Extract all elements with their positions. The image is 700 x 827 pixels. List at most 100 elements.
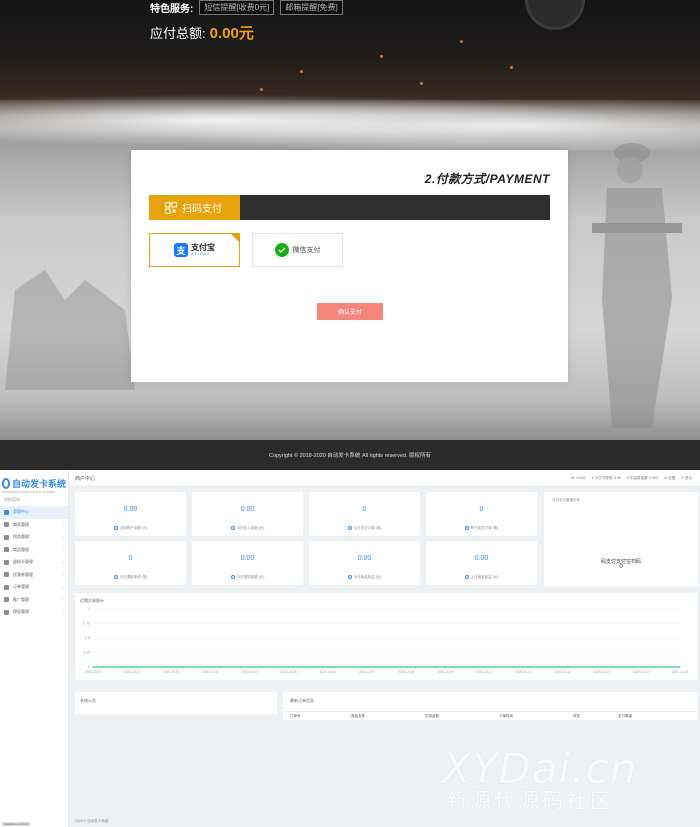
ember-decoration xyxy=(420,82,423,85)
sidebar-item-label: 管理中心 xyxy=(13,509,29,515)
y-tick-label: 0.5 xyxy=(85,636,90,640)
data-point xyxy=(131,666,133,668)
data-point xyxy=(327,666,329,668)
tab-scan-pay[interactable]: 扫码支付 xyxy=(149,195,240,220)
stat-label: 今日成交订单 (笔) xyxy=(309,526,420,531)
chevron-right-icon: › xyxy=(62,597,64,603)
latest-orders-card: 最新订单信息 订单号 商品名称 交易金额 下单时间 状态 支付渠道 xyxy=(283,692,697,720)
breadcrumb: 商户中心 xyxy=(75,475,96,482)
merchant-id: ID: 10001 xyxy=(570,476,586,480)
commission-icon xyxy=(347,575,352,580)
sidebar-item-promotion[interactable]: 推广管理 › xyxy=(0,594,68,607)
data-point xyxy=(92,666,94,668)
x-tick-label: 2020-10-05 xyxy=(281,670,298,674)
x-tick-label: 2020-10-03 xyxy=(202,670,219,674)
service-options-row: 特色服务: 短信提醒[收费0元] 邮箱提醒[免费] xyxy=(150,0,343,15)
logo-text: 自动发卡系统 xyxy=(11,479,66,489)
wechat-pay-option[interactable]: 微信支付 xyxy=(252,233,343,267)
sidebar-item-withdrawal[interactable]: 提现管理 › xyxy=(0,606,68,619)
wallet-icon xyxy=(113,526,118,531)
sidebar-item-label: 订单管理 xyxy=(13,584,29,590)
app-logo[interactable]: 自动发卡系统 xyxy=(0,470,68,492)
settings-link[interactable]: ⚙ 设置 xyxy=(664,476,675,481)
stat-label: 当前账户余额 (元) xyxy=(75,526,186,531)
x-tick-label: 2020-10-12 xyxy=(554,670,571,674)
hero-banner xyxy=(0,0,700,100)
data-point xyxy=(444,666,446,668)
list-icon xyxy=(4,584,9,590)
withdrawable-today: ¥ 今日可提现: 0.00 xyxy=(591,475,621,480)
data-point xyxy=(562,666,564,668)
sidebar-item-merchant[interactable]: 商家管理 › xyxy=(0,519,68,532)
checkout-section: 特色服务: 短信提醒[收费0元] 邮箱提醒[免费] 应付总额: 0.00元 2.… xyxy=(0,0,700,440)
qr-code-icon xyxy=(165,201,177,214)
alipay-option[interactable]: 支 支付宝 ALIPAY xyxy=(149,233,240,267)
data-point xyxy=(483,666,485,668)
home-icon xyxy=(4,509,9,515)
sidebar-item-virtual-cards[interactable]: 虚拟卡管理 › xyxy=(0,556,68,569)
sidebar-item-dashboard[interactable]: 管理中心 xyxy=(0,506,68,519)
site-footer: Copyright © 2018-2020 自动发卡系统 All rights … xyxy=(0,440,700,470)
stat-value: 0 xyxy=(362,506,367,513)
card-icon xyxy=(4,559,9,565)
sidebar-item-finance[interactable]: 财务管理 › xyxy=(0,531,68,544)
income-icon xyxy=(230,526,235,531)
column-header: 交易金额 xyxy=(425,714,439,718)
account-info: ID: 10001 ¥ 今日可提现: 0.00 ¥ 未结算金额: 0.000 ⚙… xyxy=(571,476,692,481)
logout-link[interactable]: ⏻ 退出 xyxy=(681,476,692,481)
column-header: 支付渠道 xyxy=(618,714,632,718)
total-label: 应付总额: xyxy=(150,26,206,41)
stat-label: 今日佣金收益 (元) xyxy=(309,575,420,580)
data-point xyxy=(640,666,642,668)
x-tick-label: 2020-10-13 xyxy=(594,670,611,674)
soldier-silhouette xyxy=(592,143,682,428)
sidebar-item-label: 财务管理 xyxy=(13,534,29,540)
x-tick-label: 2020-10-06 xyxy=(320,670,337,674)
withdraw-icon xyxy=(230,575,235,580)
stat-card: 0 今日成交订单 (笔) xyxy=(309,492,420,536)
stat-label: 今日收入金额 (元) xyxy=(192,526,303,531)
sidebar-item-label: 推广管理 xyxy=(13,596,29,602)
chevron-right-icon: › xyxy=(62,522,64,528)
sidebar-item-label: 优惠券管理 xyxy=(13,571,33,577)
total-value: 0.00元 xyxy=(209,25,254,42)
sidebar-item-label: 商家管理 xyxy=(13,521,29,527)
chevron-right-icon: › xyxy=(62,584,64,590)
stat-card: 0.00 今日佣金收益 (元) xyxy=(309,541,420,585)
merchant-dashboard: 自动发卡系统 AUTOMATIC CARD ISSUING SYSTEM 导航菜… xyxy=(0,470,700,827)
x-tick-label: 2020-10-11 xyxy=(515,670,531,674)
service-label: 特色服务: xyxy=(150,3,194,15)
payment-method-card: 2.付款方式/PAYMENT 扫码支付 支 支付宝 ALIPAY 微信支付 确认… xyxy=(131,150,568,382)
commission-icon xyxy=(464,575,469,580)
stat-card: 0.00 上月佣金收益 (元) xyxy=(426,541,537,585)
chevron-right-icon: › xyxy=(62,547,64,553)
alipay-icon: 支 xyxy=(174,243,188,257)
sidebar-item-products[interactable]: 商品管理 › xyxy=(0,544,68,557)
chevron-right-icon: › xyxy=(62,609,64,615)
stat-card: 0.00 今日收入金额 (元) xyxy=(192,492,303,536)
stat-label: 今日提现金额 (元) xyxy=(192,575,303,580)
chevron-right-icon: › xyxy=(62,534,64,540)
confirm-payment-button[interactable]: 确认支付 xyxy=(317,303,383,320)
finance-icon xyxy=(4,534,9,540)
dashboard-footer: 2020 © 自动发卡系统. xyxy=(75,819,110,823)
stat-value: 0.00 xyxy=(357,555,372,562)
sidebar-item-orders[interactable]: 订单管理 › xyxy=(0,581,68,594)
x-tick-label: 2020-10-02 xyxy=(163,670,180,674)
data-point xyxy=(601,666,603,668)
sidebar-item-coupons[interactable]: 优惠券管理 › xyxy=(0,569,68,582)
column-header: 订单号 xyxy=(290,714,301,718)
x-tick-label: 2020-10-07 xyxy=(85,670,102,674)
dollar-icon xyxy=(4,609,9,615)
stat-card: 0.00 当前账户余额 (元) xyxy=(75,492,186,536)
x-tick-label: 2020-10-14 xyxy=(633,670,650,674)
user-icon xyxy=(4,522,9,528)
y-tick-label: 1 xyxy=(88,607,90,611)
orders-table-header: 订单号 商品名称 交易金额 下单时间 状态 支付渠道 xyxy=(283,711,697,719)
sms-reminder-option[interactable]: 短信提醒[收费0元] xyxy=(199,0,275,15)
background-soldiers xyxy=(5,270,135,390)
sidebar: 自动发卡系统 AUTOMATIC CARD ISSUING SYSTEM 导航菜… xyxy=(0,470,69,827)
email-reminder-option[interactable]: 邮箱提醒[免费] xyxy=(280,0,343,15)
y-tick-label: 0.25 xyxy=(83,651,90,655)
selected-corner-indicator xyxy=(230,233,240,243)
